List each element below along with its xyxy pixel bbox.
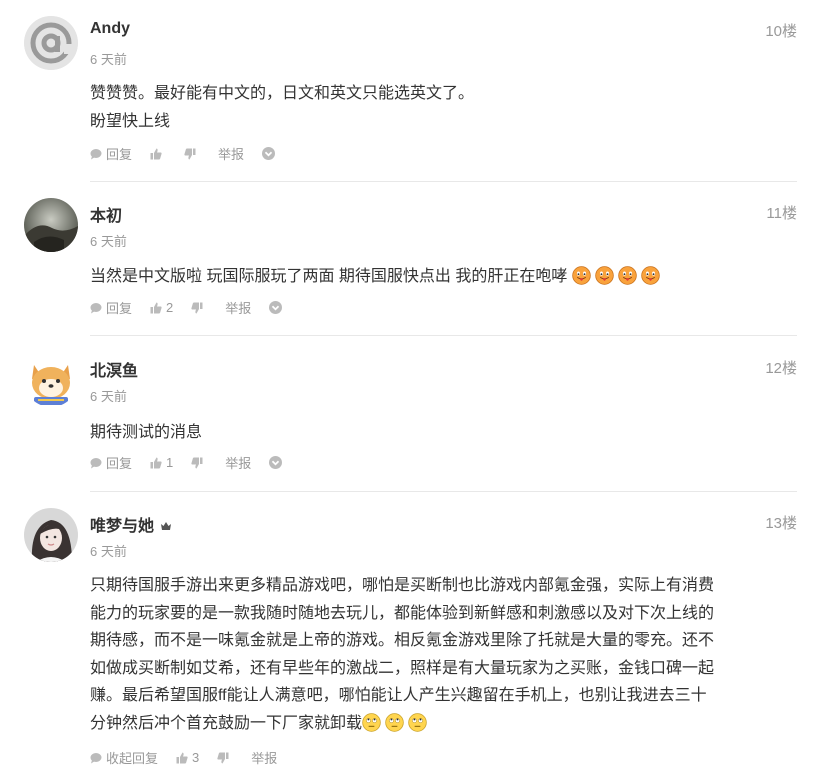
comment-line: 分钟然后冲个首充鼓励一下厂家就卸载 [90, 714, 363, 732]
comment-actions: 回复 1 举报 [90, 453, 286, 472]
comment-content: 赞赞赞。最好能有中文的，日文和英文只能选英文了。 盼望快上线 [90, 80, 795, 135]
at-sign-avatar-icon [24, 16, 78, 70]
username-text: 唯梦与她 [90, 518, 155, 535]
comment-divider [90, 181, 797, 182]
reply-label: 回复 [106, 301, 133, 316]
landscape-avatar-icon [24, 198, 78, 252]
rolling-eyes-emoji-icon [362, 712, 381, 732]
dislike-button[interactable] [191, 457, 207, 469]
report-label: 举报 [225, 456, 252, 471]
rolling-eyes-emoji-icon [385, 712, 404, 732]
comment-line: 能力的玩家要的是一款我随时随地去玩儿，都能体验到新鲜感和刺激感以及对下次上线的 [90, 604, 715, 622]
comment-actions: 收起回复 3 举报 [90, 748, 277, 767]
comment-content: 当然是中文版啦 玩国际服玩了两面 期待国服快点出 我的肝正在咆哮 [90, 263, 795, 291]
floor-number: 12楼 [765, 360, 797, 377]
comment-divider [90, 491, 797, 492]
post-time: 6 天前 [90, 234, 127, 249]
comment-content: 期待测试的消息 [90, 419, 795, 447]
floor-number: 11楼 [766, 205, 797, 222]
tongue-emoji-icon [595, 266, 614, 285]
comment-line: 赞赞赞。最好能有中文的，日文和英文只能选英文了。 [90, 85, 475, 102]
username[interactable]: 本初 [90, 202, 122, 226]
comment-line: 期待测试的消息 [90, 424, 203, 441]
comment-line: 盼望快上线 [90, 112, 171, 130]
user-avatar[interactable] [24, 508, 78, 562]
chevron-down-circle-icon [269, 456, 283, 469]
tongue-emoji-icon [572, 266, 591, 285]
speech-bubble-icon [90, 302, 102, 313]
chevron-down-circle-icon [269, 301, 283, 314]
username[interactable]: Andy [90, 20, 130, 38]
report-button[interactable]: 举报 [218, 144, 244, 163]
floor-number: 10楼 [765, 23, 797, 40]
chevron-down-circle-icon [262, 147, 276, 160]
comment-divider [90, 335, 797, 336]
rolling-eyes-emoji-icon [408, 712, 427, 732]
speech-bubble-icon [90, 148, 102, 159]
crown-badge-icon [161, 522, 172, 530]
more-button[interactable] [269, 456, 286, 469]
emoji-group [572, 266, 664, 285]
tongue-emoji-icon [618, 266, 637, 285]
like-button[interactable]: 1 [150, 455, 173, 470]
floor-number: 13楼 [765, 515, 797, 532]
comment-actions: 回复 2 举报 [90, 298, 286, 317]
report-button[interactable]: 举报 [225, 453, 251, 472]
like-button[interactable] [150, 148, 166, 160]
comment-content: 只期待国服手游出来更多精品游戏吧，哪怕是买断制也比游戏内部氪金强，实际上有消费 … [90, 572, 795, 737]
post-time: 6 天前 [90, 389, 127, 404]
girl-photo-avatar-icon [24, 508, 78, 562]
username[interactable]: 北溟鱼 [90, 357, 138, 381]
thumbs-down-icon [184, 148, 196, 159]
report-label: 举报 [225, 301, 252, 316]
emoji-group [362, 712, 431, 732]
comment-line: 赚。最后希望国服ff能让人满意吧，哪怕能让人产生兴趣留在手机上，也别让我进去三十 [90, 687, 707, 704]
like-button[interactable]: 3 [176, 750, 199, 765]
post-time: 6 天前 [90, 544, 127, 559]
user-avatar[interactable] [24, 198, 78, 252]
comment-line-last: 分钟然后冲个首充鼓励一下厂家就卸载 [90, 710, 795, 738]
reply-label: 回复 [106, 456, 133, 471]
dislike-button[interactable] [191, 302, 207, 314]
post-time: 6 天前 [90, 52, 127, 67]
collapse-replies-button[interactable]: 收起回复 [90, 748, 158, 767]
thumbs-up-icon [150, 302, 162, 313]
reply-label: 回复 [106, 147, 133, 162]
comment-line: 当然是中文版啦 玩国际服玩了两面 期待国服快点出 我的肝正在咆哮 [90, 268, 568, 285]
speech-bubble-icon [90, 457, 102, 468]
reply-button[interactable]: 回复 [90, 453, 132, 472]
user-avatar[interactable] [24, 16, 78, 70]
thumbs-down-icon [217, 752, 229, 763]
thumbs-up-icon [150, 457, 162, 468]
report-button[interactable]: 举报 [225, 298, 251, 317]
shiba-dog-avatar-icon [24, 353, 78, 407]
comment-actions: 回复 举报 [90, 144, 279, 163]
like-count: 2 [166, 300, 174, 315]
comment-line: 如做成买断制如艾希，还有早些年的激战二，照样是有大量玩家为之买账，金钱口碑一起 [90, 659, 715, 677]
thumbs-up-icon [176, 752, 188, 763]
report-button[interactable]: 举报 [251, 748, 277, 767]
like-count: 3 [192, 750, 200, 765]
reply-label: 收起回复 [106, 751, 159, 766]
comment-line: 只期待国服手游出来更多精品游戏吧，哪怕是买断制也比游戏内部氪金强，实际上有消费 [90, 577, 715, 594]
dislike-button[interactable] [217, 752, 233, 764]
report-label: 举报 [218, 147, 245, 162]
thumbs-down-icon [191, 302, 203, 313]
user-avatar[interactable] [24, 353, 78, 407]
tongue-emoji-icon [641, 266, 660, 285]
thumbs-up-icon [150, 148, 162, 159]
reply-button[interactable]: 回复 [90, 298, 132, 317]
more-button[interactable] [262, 147, 279, 160]
reply-button[interactable]: 回复 [90, 144, 132, 163]
comment-line: 期待感，而不是一味氪金就是上帝的游戏。相反氪金游戏里除了托就是大量的零充。还不 [90, 632, 715, 649]
report-label: 举报 [251, 751, 278, 766]
thumbs-down-icon [191, 457, 203, 468]
username[interactable]: 唯梦与她 [90, 512, 172, 536]
comment-list: Andy 6 天前 10楼 赞赞赞。最好能有中文的，日文和英文只能选英文了。 盼… [0, 0, 819, 773]
like-count: 1 [166, 455, 174, 470]
speech-bubble-icon [90, 752, 102, 763]
dislike-button[interactable] [184, 148, 200, 160]
more-button[interactable] [269, 301, 286, 314]
like-button[interactable]: 2 [150, 300, 173, 315]
